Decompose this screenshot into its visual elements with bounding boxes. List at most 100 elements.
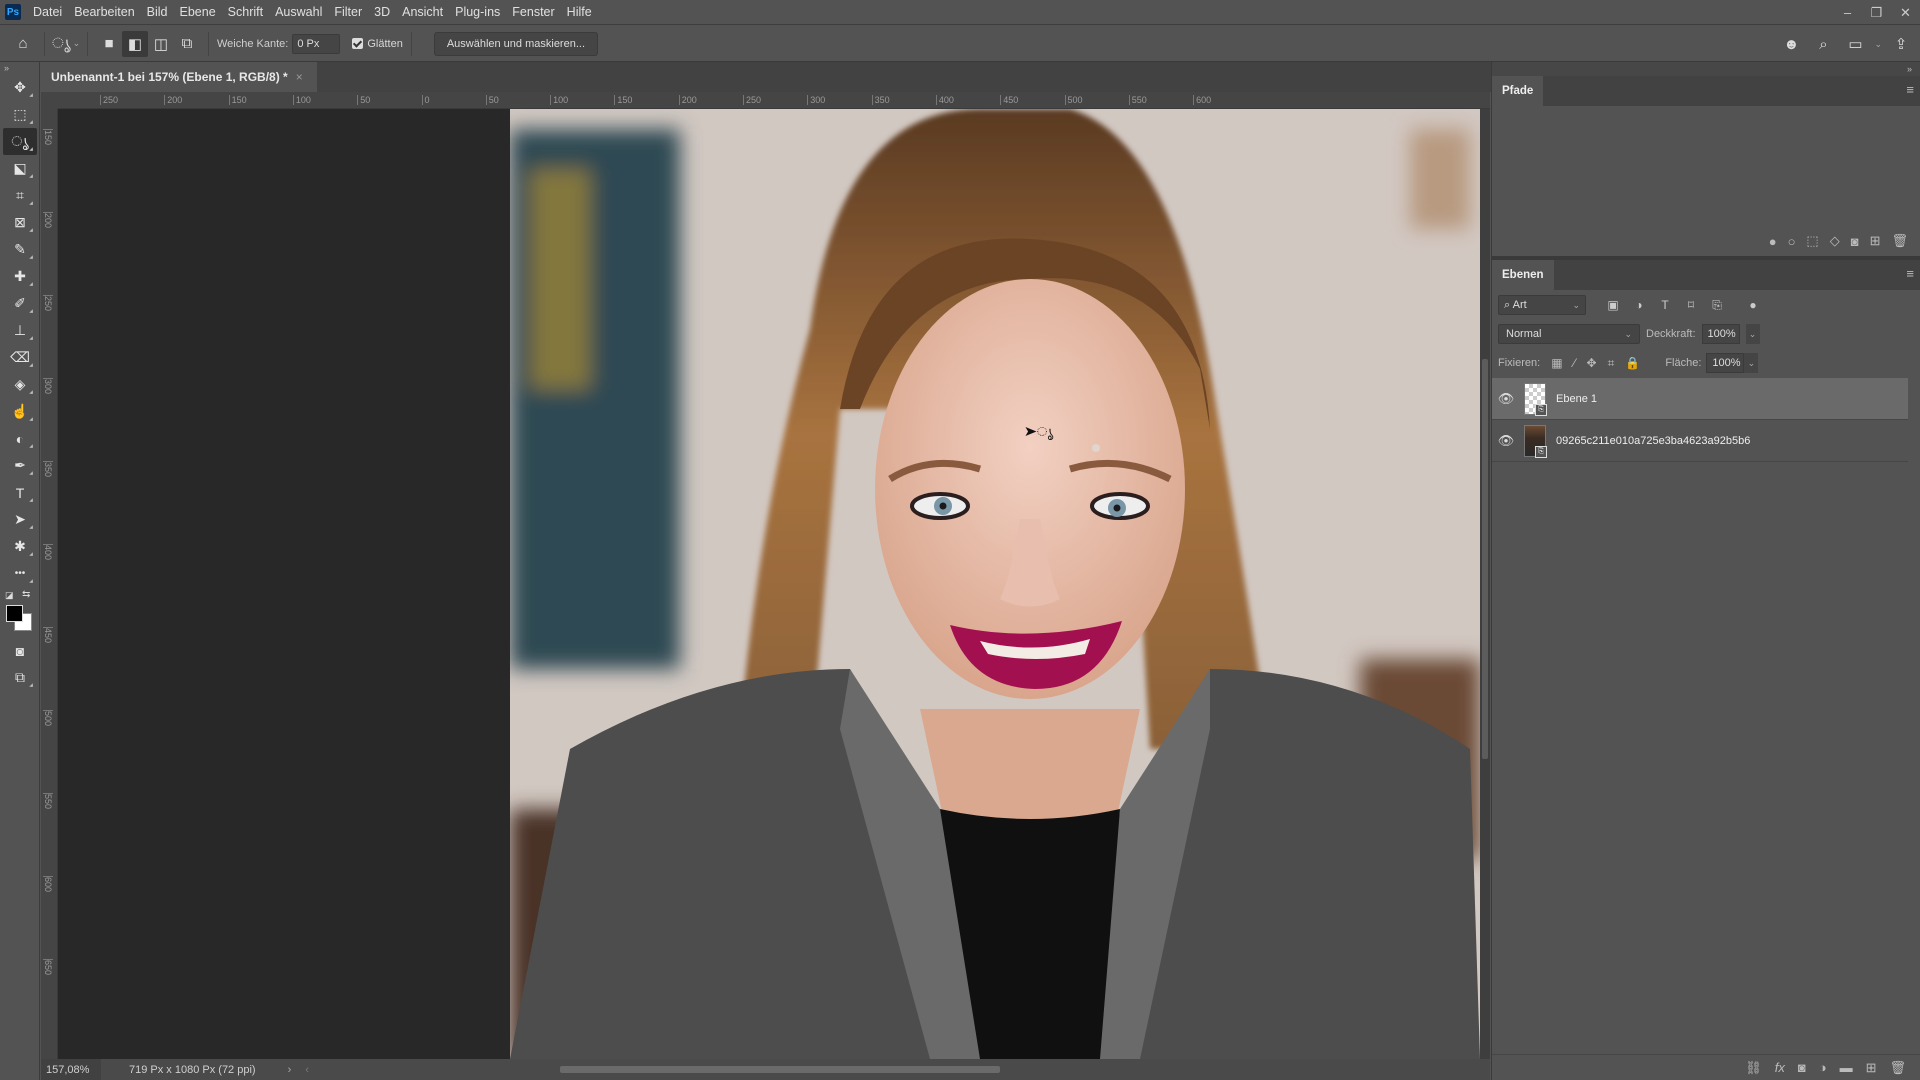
adjustment-layer-icon[interactable]: ◑ [1819, 1060, 1827, 1075]
chevron-right-icon[interactable]: › [288, 1064, 292, 1076]
selection-to-path-icon[interactable]: ◇ [1830, 233, 1840, 249]
close-tab-icon[interactable]: × [296, 70, 303, 84]
menu-plug-ins[interactable]: Plug-ins [449, 0, 506, 25]
brush-tool[interactable]: ✐ [3, 290, 37, 317]
visibility-eye-icon[interactable]: 👁 [1492, 433, 1520, 449]
opacity-dropdown-icon[interactable]: ⌄ [1745, 324, 1760, 344]
new-layer-icon[interactable]: ⊞ [1866, 1060, 1877, 1076]
menu-bearbeiten[interactable]: Bearbeiten [68, 0, 140, 25]
panel-menu-icon[interactable]: ≡ [1906, 267, 1914, 280]
intersect-selection-icon[interactable]: ⧉ [174, 31, 200, 57]
add-to-selection-icon[interactable]: ◧ [122, 30, 148, 57]
lock-position-icon[interactable]: ✥ [1587, 356, 1597, 370]
menu-auswahl[interactable]: Auswahl [269, 0, 328, 25]
filter-toggle-icon[interactable]: ● [1744, 298, 1762, 312]
fx-icon[interactable]: fx [1775, 1060, 1785, 1075]
object-selection-tool[interactable]: ⬕ [3, 155, 37, 182]
tab-pfade[interactable]: Pfade [1492, 76, 1544, 106]
type-layer-filter-icon[interactable]: T [1656, 298, 1674, 312]
collapse-icon[interactable]: » [0, 62, 39, 74]
lock-artboard-icon[interactable]: ⌗ [1608, 356, 1615, 371]
lasso-tool[interactable]: ൃ [3, 128, 37, 155]
add-mask-icon[interactable]: ◙ [1851, 234, 1859, 249]
layer-name[interactable]: 09265c211e010a725e3ba4623a92b5b6 [1556, 435, 1750, 447]
search-icon[interactable]: ⌕ [1810, 31, 1836, 57]
close-button[interactable]: ✕ [1891, 0, 1920, 25]
opacity-input[interactable]: 100% [1701, 324, 1740, 344]
menu-ebene[interactable]: Ebene [174, 0, 222, 25]
layer-filter-select[interactable]: ⌕ Art ⌄ [1498, 295, 1586, 315]
more-tools[interactable]: ••• [3, 560, 37, 587]
layer-row[interactable]: 👁 ⎘ 09265c211e010a725e3ba4623a92b5b6 [1492, 420, 1908, 462]
swap-colors-icon[interactable]: ⇆ [22, 589, 30, 600]
healing-brush-tool[interactable]: ✚ [3, 263, 37, 290]
crop-tool[interactable]: ⌗ [3, 182, 37, 209]
minimize-button[interactable]: – [1833, 0, 1862, 25]
path-selection-tool[interactable]: ➤ [3, 506, 37, 533]
custom-shape-tool[interactable]: ✱ [3, 533, 37, 560]
lock-all-icon[interactable]: 🔒 [1625, 356, 1640, 370]
quick-mask-icon[interactable]: ◙ [3, 637, 37, 664]
ruler-corner[interactable] [41, 92, 58, 109]
pixel-layer-filter-icon[interactable]: ▣ [1604, 298, 1622, 312]
select-and-mask-button[interactable]: Auswählen und maskieren... [433, 31, 598, 56]
share-user-icon[interactable]: ☻ [1778, 31, 1804, 57]
path-to-selection-icon[interactable]: ⬚ [1806, 233, 1818, 249]
horizontal-scrollbar[interactable] [560, 1066, 1000, 1073]
smudge-tool[interactable]: ☝ [3, 398, 37, 425]
new-group-icon[interactable]: ▬ [1840, 1060, 1853, 1075]
layer-row[interactable]: 👁 ⎘ Ebene 1 [1492, 378, 1908, 420]
layer-name[interactable]: Ebene 1 [1556, 393, 1597, 405]
layer-thumbnail[interactable]: ⎘ [1524, 424, 1547, 458]
collapse-panels-icon[interactable]: » [1492, 62, 1920, 76]
blend-mode-select[interactable]: Normal ⌄ [1498, 324, 1640, 344]
share-export-icon[interactable]: ⇪ [1888, 31, 1914, 57]
paint-bucket-tool[interactable]: ◈ [3, 371, 37, 398]
home-icon[interactable]: ⌂ [10, 31, 36, 57]
shape-layer-filter-icon[interactable]: ⌑ [1682, 298, 1700, 312]
canvas-area[interactable]: ➤ൃ [58, 109, 1480, 1059]
menu-3d[interactable]: 3D [368, 0, 396, 25]
fill-input[interactable]: 100% [1706, 353, 1745, 373]
new-selection-icon[interactable]: ■ [96, 31, 122, 57]
scroll-thumb[interactable] [1482, 359, 1488, 759]
restore-button[interactable]: ❐ [1862, 0, 1891, 25]
adjustment-layer-filter-icon[interactable]: ◑ [1630, 298, 1648, 312]
fill-dropdown-icon[interactable]: ⌄ [1744, 353, 1759, 373]
portrait-photo[interactable]: ➤ൃ [510, 109, 1480, 1059]
foreground-color-swatch[interactable] [6, 605, 23, 622]
menu-hilfe[interactable]: Hilfe [561, 0, 598, 25]
subtract-from-selection-icon[interactable]: ◫ [148, 31, 174, 57]
clone-stamp-tool[interactable]: ⊥ [3, 317, 37, 344]
zoom-level[interactable]: 157,08% [41, 1059, 101, 1080]
delete-path-icon[interactable]: 🗑 [1891, 233, 1908, 249]
chevron-down-icon[interactable]: ⌄ [1874, 39, 1882, 50]
pen-tool[interactable]: ✒ [3, 452, 37, 479]
dodge-tool[interactable]: ◐ [3, 425, 37, 452]
panel-menu-icon[interactable]: ≡ [1906, 83, 1914, 96]
add-layer-mask-icon[interactable]: ◙ [1798, 1060, 1806, 1075]
horizontal-ruler[interactable]: 250 200 150 100 50 0 50 100 150 200 250 300 350 400 45… [58, 92, 1490, 109]
visibility-eye-icon[interactable]: 👁 [1492, 391, 1520, 407]
fill-path-icon[interactable]: ● [1769, 234, 1777, 249]
eraser-tool[interactable]: ⌫ [3, 344, 37, 371]
layer-thumbnail[interactable]: ⎘ [1524, 382, 1547, 416]
eyedropper-tool[interactable]: ✎ [3, 236, 37, 263]
feather-input[interactable] [292, 33, 341, 54]
new-path-icon[interactable]: ⊞ [1870, 233, 1881, 249]
stroke-path-icon[interactable]: ○ [1788, 234, 1796, 249]
smart-object-filter-icon[interactable]: ⎘ [1708, 298, 1726, 313]
vertical-ruler[interactable]: 150 200 250 300 350 400 450 500 550 600 650 [41, 109, 58, 1059]
delete-layer-icon[interactable]: 🗑 [1889, 1060, 1906, 1076]
vertical-scrollbar[interactable] [1480, 109, 1490, 1059]
move-tool[interactable]: ✥ [3, 74, 37, 101]
document-tab[interactable]: Unbenannt-1 bei 157% (Ebene 1, RGB/8) * … [41, 62, 317, 92]
workspace-icon[interactable]: ▭ [1842, 31, 1868, 57]
frame-tool[interactable]: ⊠ [3, 209, 37, 236]
link-layers-icon[interactable]: ⛓ [1745, 1060, 1762, 1076]
menu-datei[interactable]: Datei [27, 0, 68, 25]
menu-fenster[interactable]: Fenster [506, 0, 560, 25]
type-tool[interactable]: T [3, 479, 37, 506]
menu-ansicht[interactable]: Ansicht [396, 0, 449, 25]
lock-image-pixels-icon[interactable]: ⁄ [1574, 356, 1576, 370]
